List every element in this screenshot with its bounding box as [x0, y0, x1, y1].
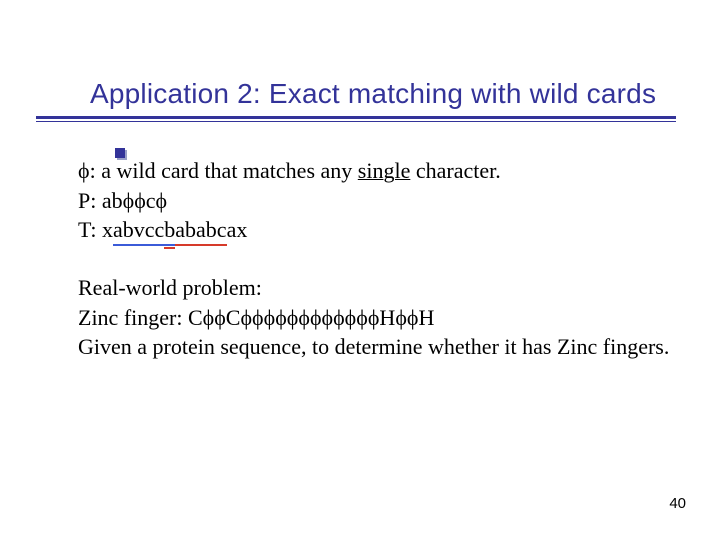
p1-line1-mid: : a wild card that matches any [90, 158, 358, 183]
body-text: ϕ: a wild card that matches any single c… [78, 156, 670, 362]
p2-line3: Given a protein sequence, to determine w… [78, 332, 670, 362]
title-underline [36, 116, 676, 121]
phi-symbol: ϕ [78, 158, 90, 183]
slide-title: Application 2: Exact matching with wild … [90, 78, 656, 109]
match-overlap: b [164, 215, 175, 245]
title-block: Application 2: Exact matching with wild … [90, 78, 680, 110]
seg-blue-text: abvcc [113, 217, 164, 242]
p1-line3-prefix: T: x [78, 217, 113, 242]
slide: Application 2: Exact matching with wild … [0, 0, 720, 540]
paragraph-1: ϕ: a wild card that matches any single c… [78, 156, 670, 245]
underline-blue-icon [113, 244, 164, 246]
match-segment-blue: abvcc [113, 215, 164, 245]
match-segment-red: ababc [175, 215, 226, 245]
rule-thin [36, 121, 676, 122]
p1-line3-suffix: ax [227, 217, 248, 242]
p1-line1: ϕ: a wild card that matches any single c… [78, 156, 670, 186]
rule-thick [36, 116, 676, 119]
word-single: single [358, 158, 411, 183]
underline-red-overlap-icon [164, 247, 175, 249]
seg-overlap-text: b [164, 217, 175, 242]
page-number: 40 [669, 495, 686, 512]
seg-red-text: ababc [175, 217, 226, 242]
p1-line1-suffix: character. [410, 158, 500, 183]
p1-line3: T: xabvccbababcax [78, 215, 670, 245]
p2-line1: Real-world problem: [78, 273, 670, 303]
paragraph-2: Real-world problem: Zinc finger: CϕϕCϕϕϕ… [78, 273, 670, 362]
underline-red-icon [175, 244, 226, 246]
p2-line2: Zinc finger: CϕϕCϕϕϕϕϕϕϕϕϕϕϕϕHϕϕH [78, 303, 670, 333]
underline-blue2-icon [164, 244, 175, 246]
p1-line2: P: abϕϕcϕ [78, 186, 670, 216]
